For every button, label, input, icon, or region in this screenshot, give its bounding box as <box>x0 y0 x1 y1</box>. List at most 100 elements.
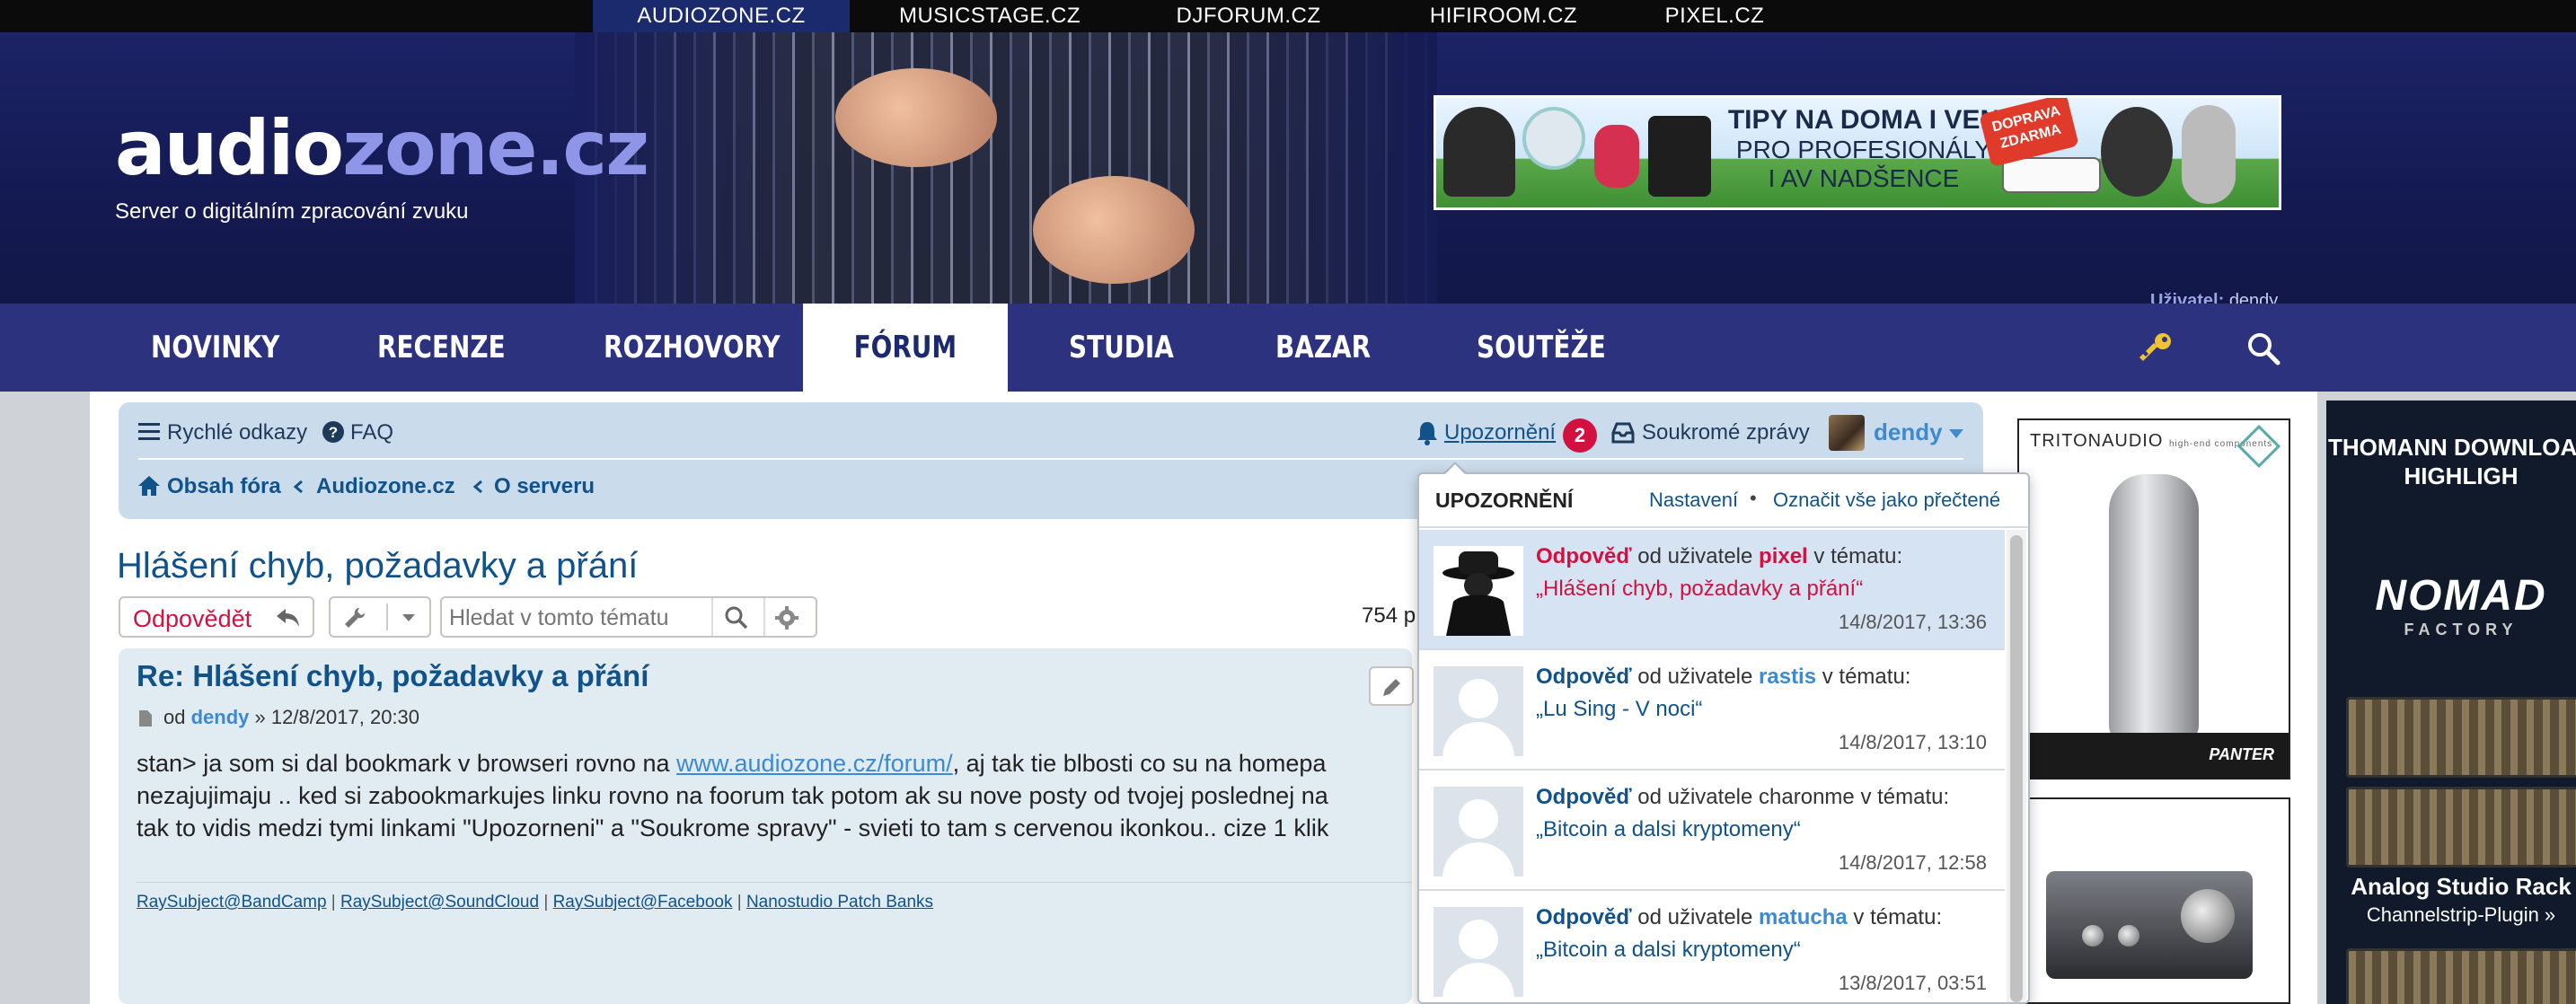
notifications-link[interactable]: Upozornění <box>1444 420 1556 445</box>
signature-link-bandcamp[interactable]: RaySubject@BandCamp <box>137 893 327 912</box>
scrollbar-thumb[interactable] <box>2010 535 2023 1002</box>
analog-title: Analog Studio Rack <box>2351 873 2572 900</box>
notification-topic: „Bitcoin a dalsi kryptomeny“ <box>1536 817 1801 841</box>
network-link-audiozone[interactable]: AUDIOZONE.CZ <box>593 0 850 32</box>
network-link-djforum[interactable]: DJFORUM.CZ <box>1168 0 1329 32</box>
post-body-line-1: stan> ja som si dal bookmark v browseri … <box>137 747 1412 779</box>
breadcrumb-forum-index[interactable]: Obsah fóra <box>167 474 281 499</box>
private-messages-link[interactable]: Soukromé zprávy <box>1642 420 1810 445</box>
tritonaudio-brand-name: TRITONAUDIO <box>2030 431 2164 451</box>
reply-button-label: Odpovědět <box>133 605 252 632</box>
notification-in: v tématu: <box>1813 544 1903 568</box>
notification-type: Odpověď <box>1536 785 1632 809</box>
site-logo[interactable]: audiozone.cz <box>115 104 649 192</box>
nav-rozhovory[interactable]: ROZHOVORY <box>604 304 781 392</box>
nomad-logo-text: NOMAD <box>2375 572 2547 620</box>
inbox-icon <box>1611 422 1635 444</box>
notification-from: od uživatele <box>1637 785 1753 809</box>
document-icon <box>139 710 152 727</box>
chevron-left-icon <box>472 480 482 494</box>
dropdown-scrollbar[interactable] <box>2007 530 2026 1002</box>
notification-item[interactable]: Odpověď od uživatele rastis v tématu: „L… <box>1419 650 2005 771</box>
analog-subtitle: Channelstrip-Plugin » <box>2366 903 2556 926</box>
main-navigation: NOVINKY RECENZE ROZHOVORY FÓRUM STUDIA B… <box>0 304 2576 392</box>
key-icon[interactable] <box>2138 332 2174 363</box>
notification-item[interactable]: Odpověď od uživatele charonme v tématu: … <box>1419 771 2005 891</box>
signature-link-nanostudio[interactable]: Nanostudio Patch Banks <box>746 893 933 912</box>
post-title[interactable]: Re: Hlášení chyb, požadavky a přání <box>137 659 648 693</box>
amp-image <box>1648 116 1711 197</box>
tools-button[interactable] <box>329 596 431 638</box>
page-title[interactable]: Hlášení chyb, požadavky a přání <box>117 546 638 586</box>
notification-in: v tématu: <box>1822 665 1911 689</box>
mic-product-image <box>2109 474 2199 744</box>
notification-item[interactable]: Odpověď od uživatele pixel v tématu: „Hl… <box>1419 530 2005 650</box>
notification-in: v tématu: <box>1853 905 1943 929</box>
search-icon[interactable] <box>2245 330 2281 366</box>
audio-interface-ad[interactable] <box>2017 797 2290 1004</box>
user-label: Uživatel: <box>2150 291 2225 304</box>
nav-studia[interactable]: STUDIA <box>1069 304 1174 392</box>
quick-links[interactable]: Rychlé odkazy <box>167 420 307 445</box>
post-author[interactable]: dendy <box>191 706 250 728</box>
topic-search-input[interactable] <box>449 603 710 632</box>
notification-time: 14/8/2017, 13:36 <box>1838 611 1987 633</box>
logo-part2: zone.cz <box>342 104 649 192</box>
question-icon: ? <box>322 421 344 443</box>
notification-line1: Odpověď od uživatele matucha v tématu: <box>1536 905 1942 930</box>
network-link-musicstage[interactable]: MUSICSTAGE.CZ <box>898 0 1081 32</box>
dropdown-header: UPOZORNĚNÍ Nastavení • Označit vše jako … <box>1419 474 2028 528</box>
search-icon[interactable] <box>724 605 749 630</box>
tritonaudio-brand: TRITONAUDIO high-end components <box>2030 431 2272 452</box>
notification-in: v tématu: <box>1860 785 1950 809</box>
navbar-separator <box>138 458 1963 460</box>
network-link-pixel[interactable]: PIXEL.CZ <box>1663 0 1766 32</box>
notification-item[interactable]: Odpověď od uživatele matucha v tématu: „… <box>1419 891 2005 1002</box>
reply-button[interactable]: Odpovědět <box>119 596 314 638</box>
svg-text:?: ? <box>329 424 338 441</box>
network-link-hifiroom[interactable]: HIFIROOM.CZ <box>1414 0 1593 32</box>
post-date: » 12/8/2017, 20:30 <box>254 706 420 728</box>
knob-icon <box>2082 925 2104 947</box>
pencil-icon <box>1383 679 1400 696</box>
mic-image <box>2182 105 2236 204</box>
notification-line1: Odpověď od uživatele pixel v tématu: <box>1536 544 1902 569</box>
knob-icon <box>2181 889 2235 943</box>
tritonaudio-ad[interactable]: TRITONAUDIO high-end components PANTER <box>2017 418 2290 779</box>
nav-recenze[interactable]: RECENZE <box>377 304 506 392</box>
user-menu[interactable]: dendy <box>1874 418 1943 446</box>
mark-all-read-link[interactable]: Označit vše jako přečtené <box>1773 489 2000 512</box>
hand-image-left <box>835 68 997 167</box>
dropdown-pointer-inner <box>1444 464 1466 475</box>
dropdown-heading: UPOZORNĚNÍ <box>1435 489 1574 512</box>
bell-icon[interactable] <box>1416 420 1439 445</box>
nav-novinky[interactable]: NOVINKY <box>151 304 279 392</box>
red-speaker-image <box>1594 125 1639 188</box>
post-link[interactable]: www.audiozone.cz/forum/ <box>676 750 953 777</box>
hamburger-icon[interactable] <box>138 422 160 442</box>
faq-link[interactable]: FAQ <box>350 420 393 445</box>
chevron-down-icon[interactable] <box>1947 427 1965 440</box>
gear-icon[interactable] <box>774 605 799 630</box>
avatar <box>1434 907 1523 997</box>
avatar-head <box>1459 920 1498 959</box>
thomann-ad[interactable]: THOMANN DOWNLOAD HIGHLIGH NOMAD FACTORY A… <box>2326 401 2576 1004</box>
signature-link-facebook[interactable]: RaySubject@Facebook <box>553 893 733 912</box>
breadcrumb-audiozone[interactable]: Audiozone.cz <box>316 474 455 499</box>
notification-topic: „Bitcoin a dalsi kryptomeny“ <box>1536 938 1801 962</box>
breadcrumb-o-serveru[interactable]: O serveru <box>494 474 595 499</box>
avatar <box>1434 666 1523 756</box>
user-name-link[interactable]: dendy <box>2229 291 2279 304</box>
notification-time: 13/8/2017, 03:51 <box>1838 972 1987 994</box>
wrench-icon <box>345 608 365 628</box>
nomad-logo: NOMAD FACTORY <box>2326 571 2576 639</box>
header-banner-ad[interactable]: TIPY NA DOMA I VEN PRO PROFESIONÁLY I AV… <box>1434 95 2281 210</box>
notification-settings-link[interactable]: Nastavení <box>1649 489 1738 512</box>
nav-souteze[interactable]: SOUTĚŽE <box>1477 304 1606 392</box>
avatar-body <box>1442 842 1514 876</box>
nav-bazar[interactable]: BAZAR <box>1275 304 1371 392</box>
avatar[interactable] <box>1829 415 1865 451</box>
edit-post-button[interactable] <box>1369 666 1414 706</box>
signature-link-soundcloud[interactable]: RaySubject@SoundCloud <box>340 893 539 912</box>
nav-forum[interactable]: FÓRUM <box>803 304 1008 392</box>
